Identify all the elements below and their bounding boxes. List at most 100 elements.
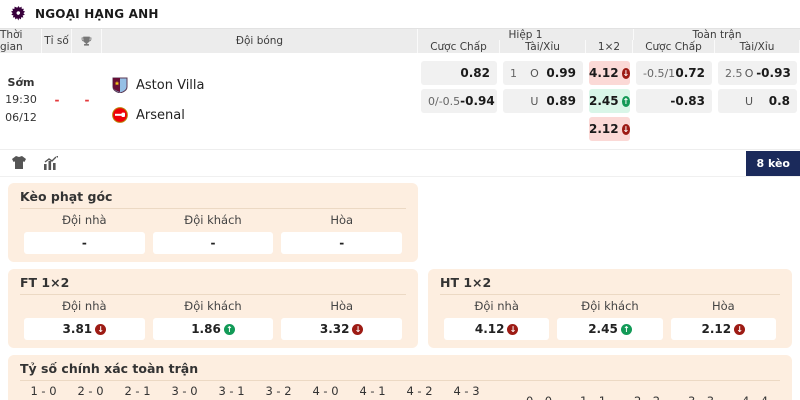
ft-handicap-away[interactable]: -0.83 <box>636 89 712 113</box>
ft-1x2-away-odds[interactable]: 1.86 <box>153 318 274 340</box>
score-col: 4 - 2 249 69 <box>396 384 443 400</box>
col-header-teams: Đội bóng <box>102 29 418 53</box>
ft-1x2-title: FT 1×2 <box>20 275 406 295</box>
score-col: 4 - 3 249 224 <box>443 384 490 400</box>
col-header-score: Tỉ số <box>42 29 72 53</box>
col-header-h1-overunder: Tài/Xỉu <box>500 40 586 53</box>
stats-chart-icon[interactable] <box>42 154 60 172</box>
home-team-name: Aston Villa <box>136 78 205 93</box>
league-title: NGOẠI HẠNG ANH <box>35 7 159 21</box>
ht-1x2-home-col: Đội nhà 4.12 <box>440 299 553 340</box>
ht-1x2-home-odds[interactable]: 4.12 <box>444 318 549 340</box>
correct-score-panel: Tỷ số chính xác toàn trận 1 - 0 10.5 5.4… <box>8 355 792 400</box>
h1-under[interactable]: U 0.89 <box>503 89 583 113</box>
corner-away-odds[interactable]: - <box>153 232 274 254</box>
match-time-label: Sớm <box>8 74 35 91</box>
ft-overunder-odds: 2.5 O -0.93 U 0.8 <box>715 57 800 143</box>
score-col: 3 - 0 89 14.5 <box>161 384 208 400</box>
ht-1x2-away-col: Đội khách 2.45 <box>553 299 666 340</box>
trend-icon <box>507 324 518 335</box>
table-header: Thời gian Tỉ số Đội bóng Hiệp 1 Toàn trậ… <box>0 29 800 53</box>
trend-icon <box>622 96 630 107</box>
ft-handicap-home[interactable]: -0.5/1 0.72 <box>636 61 712 85</box>
arsenal-badge-icon <box>112 107 128 123</box>
ft-1x2-panel: FT 1×2 Đội nhà 3.81 Đội khách 1.86 Hòa <box>8 269 418 348</box>
match-score: - <box>42 57 72 143</box>
tools-row: 8 kèo <box>0 150 800 177</box>
jersey-icon[interactable] <box>10 154 28 172</box>
trend-icon <box>352 324 363 335</box>
corner-away-col: Đội khách - <box>149 213 278 254</box>
trend-icon <box>95 324 106 335</box>
ft-1x2-home-col: Đội nhà 3.81 <box>20 299 149 340</box>
ht-1x2-draw-col: Hòa 2.12 <box>667 299 780 340</box>
score-col: 4 - 4 249 <box>728 394 782 400</box>
trend-icon <box>621 324 632 335</box>
corner-home-odds[interactable]: - <box>24 232 145 254</box>
score-col: 3 - 3 99 <box>674 394 728 400</box>
premier-league-logo-icon <box>10 5 27 24</box>
h1-1x2-draw[interactable]: 2.12 <box>589 117 630 141</box>
match-kickoff-time: 19:30 <box>5 91 37 108</box>
h1-handicap-odds: 0.82 0/-0.5 -0.94 <box>418 57 500 143</box>
aston-villa-badge-icon <box>112 77 128 93</box>
ft-1x2-draw-col: Hòa 3.32 <box>277 299 406 340</box>
col-header-ft-handicap: Cược Chấp <box>633 40 715 53</box>
match-corner-score: - <box>72 57 102 143</box>
h1-handicap-away[interactable]: 0/-0.5 -0.94 <box>421 89 497 113</box>
score-col: 0 - 0 9.5 <box>512 394 566 400</box>
h1-1x2-home[interactable]: 4.12 <box>589 61 630 85</box>
score-col: 3 - 1 49 13.5 <box>208 384 255 400</box>
h1-handicap-home[interactable]: 0.82 <box>421 61 497 85</box>
trend-icon <box>224 324 235 335</box>
ft-under[interactable]: U 0.8 <box>718 89 797 113</box>
ft-1x2-away-col: Đội khách 1.86 <box>149 299 278 340</box>
odds-table: Thời gian Tỉ số Đội bóng Hiệp 1 Toàn trậ… <box>0 28 800 177</box>
score-col: 4 - 0 249 37 <box>302 384 349 400</box>
corner-draw-col: Hòa - <box>277 213 406 254</box>
ft-handicap-odds: -0.5/1 0.72 -0.83 <box>633 57 715 143</box>
h1-over[interactable]: 1 O 0.99 <box>503 61 583 85</box>
trophy-icon <box>72 29 102 53</box>
h1-1x2-away[interactable]: 2.45 <box>589 89 630 113</box>
col-header-h1-1x2: 1×2 <box>586 40 633 53</box>
ft-1x2-home-odds[interactable]: 3.81 <box>24 318 145 340</box>
col-header-ft-overunder: Tài/Xỉu <box>715 40 800 53</box>
more-bets-button[interactable]: 8 kèo <box>746 151 800 176</box>
trend-icon <box>622 124 630 135</box>
home-team[interactable]: Aston Villa <box>112 70 418 100</box>
corner-home-col: Đội nhà - <box>20 213 149 254</box>
correct-score-title: Tỷ số chính xác toàn trận <box>20 361 780 381</box>
score-col: 4 - 1 224 35 <box>349 384 396 400</box>
match-row: Sớm 19:30 06/12 - - Aston Villa <box>0 53 800 150</box>
trend-icon <box>734 324 745 335</box>
ft-over[interactable]: 2.5 O -0.93 <box>718 61 797 85</box>
group-header-half1: Hiệp 1 <box>418 29 633 40</box>
ht-1x2-away-odds[interactable]: 2.45 <box>557 318 662 340</box>
score-col: 1 - 1 5.6 <box>566 394 620 400</box>
group-header-fulltime: Toàn trận <box>633 29 800 40</box>
ft-1x2-draw-odds[interactable]: 3.32 <box>281 318 402 340</box>
ht-1x2-draw-odds[interactable]: 2.12 <box>671 318 776 340</box>
draw-scores-group: 0 - 0 9.5 1 - 1 5.6 2 - 2 16 3 - 3 99 4 … <box>512 384 792 400</box>
score-col: 2 - 1 14 6.7 <box>114 384 161 400</box>
corner-draw-odds[interactable]: - <box>281 232 402 254</box>
col-header-time: Thời gian <box>0 29 42 53</box>
ht-1x2-title: HT 1×2 <box>440 275 780 295</box>
score-col-partial <box>782 394 792 400</box>
away-team-name: Arsenal <box>136 108 185 123</box>
col-header-h1-handicap: Cược Chấp <box>418 40 500 53</box>
score-col: 2 - 0 25 7.2 <box>67 384 114 400</box>
score-col: 2 - 2 16 <box>620 394 674 400</box>
match-time: Sớm 19:30 06/12 <box>0 57 42 143</box>
score-col: 3 - 2 54 28 <box>255 384 302 400</box>
ht-1x2-panel: HT 1×2 Đội nhà 4.12 Đội khách 2.45 Hòa <box>428 269 792 348</box>
match-date: 06/12 <box>5 109 37 126</box>
away-team[interactable]: Arsenal <box>112 100 418 130</box>
corner-panel-title: Kèo phạt góc <box>20 189 406 209</box>
h1-overunder-odds: 1 O 0.99 U 0.89 <box>500 57 586 143</box>
corner-odds-panel: Kèo phạt góc Đội nhà - Đội khách - Hòa - <box>8 183 418 262</box>
odds-header-group: Hiệp 1 Toàn trận Cược Chấp Tài/Xỉu 1×2 C… <box>418 29 800 53</box>
league-header: NGOẠI HẠNG ANH <box>0 0 800 28</box>
trend-icon <box>622 68 630 79</box>
